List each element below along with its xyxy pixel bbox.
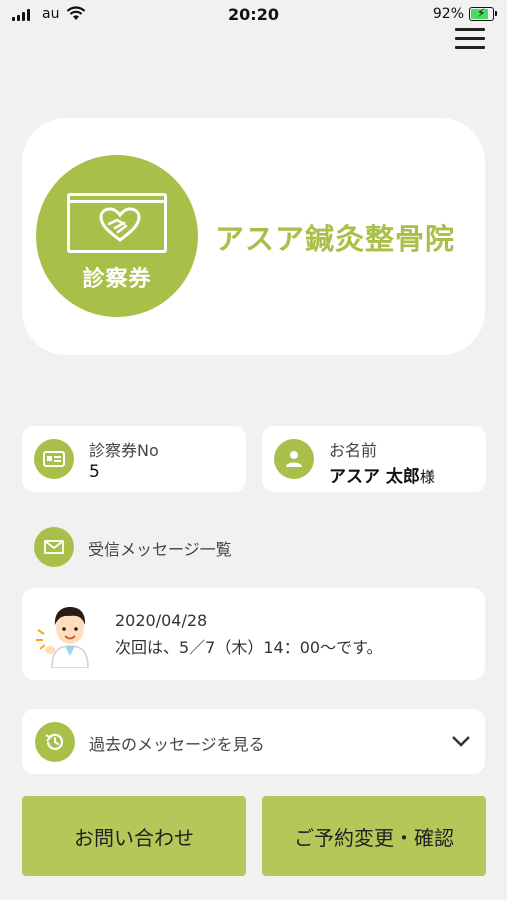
contact-button[interactable]: お問い合わせ: [22, 796, 246, 876]
card-number-label: 診察券No: [89, 441, 159, 460]
reservation-button[interactable]: ご予約変更・確認: [262, 796, 486, 876]
message-list-title: 受信メッセージ一覧: [88, 540, 232, 559]
card-number-panel: 診察券No 5: [22, 426, 246, 492]
past-messages-label: 過去のメッセージを見る: [89, 735, 265, 754]
message-date: 2020/04/28: [115, 611, 208, 630]
doctor-avatar-icon: [36, 607, 89, 668]
patient-name-label: お名前: [329, 441, 378, 460]
card-number-value: 5: [89, 462, 100, 482]
card-icon: [67, 193, 167, 253]
person-icon: [274, 439, 314, 479]
patient-name-value: アスア 太郎様: [329, 462, 435, 487]
status-bar: au 20:20 92% ⚡: [0, 0, 507, 30]
id-card-icon: [34, 439, 74, 479]
hamburger-menu-icon[interactable]: [455, 28, 485, 50]
chevron-down-icon: [452, 736, 470, 747]
message-text: 次回は、5／7（木）14：00～です。: [115, 638, 383, 657]
handshake-icon: [99, 207, 141, 242]
ticket-label: 診察券: [82, 267, 152, 292]
history-icon: [35, 722, 75, 762]
honorific-suffix: 様: [419, 468, 435, 486]
message-item[interactable]: 2020/04/28 次回は、5／7（木）14：00～です。: [22, 588, 485, 680]
clinic-card: 診察券 アスア鍼灸整骨院: [22, 118, 485, 355]
envelope-icon: [34, 527, 74, 567]
patient-name: アスア 太郎: [329, 467, 420, 487]
clinic-name: アスア鍼灸整骨院: [215, 222, 456, 256]
status-time: 20:20: [228, 5, 279, 24]
ticket-badge: 診察券: [36, 155, 198, 317]
past-messages-toggle[interactable]: 過去のメッセージを見る: [22, 709, 485, 774]
battery-icon: ⚡: [469, 6, 497, 21]
battery-percent: 92%: [432, 6, 464, 22]
patient-name-panel: お名前 アスア 太郎様: [262, 426, 486, 492]
